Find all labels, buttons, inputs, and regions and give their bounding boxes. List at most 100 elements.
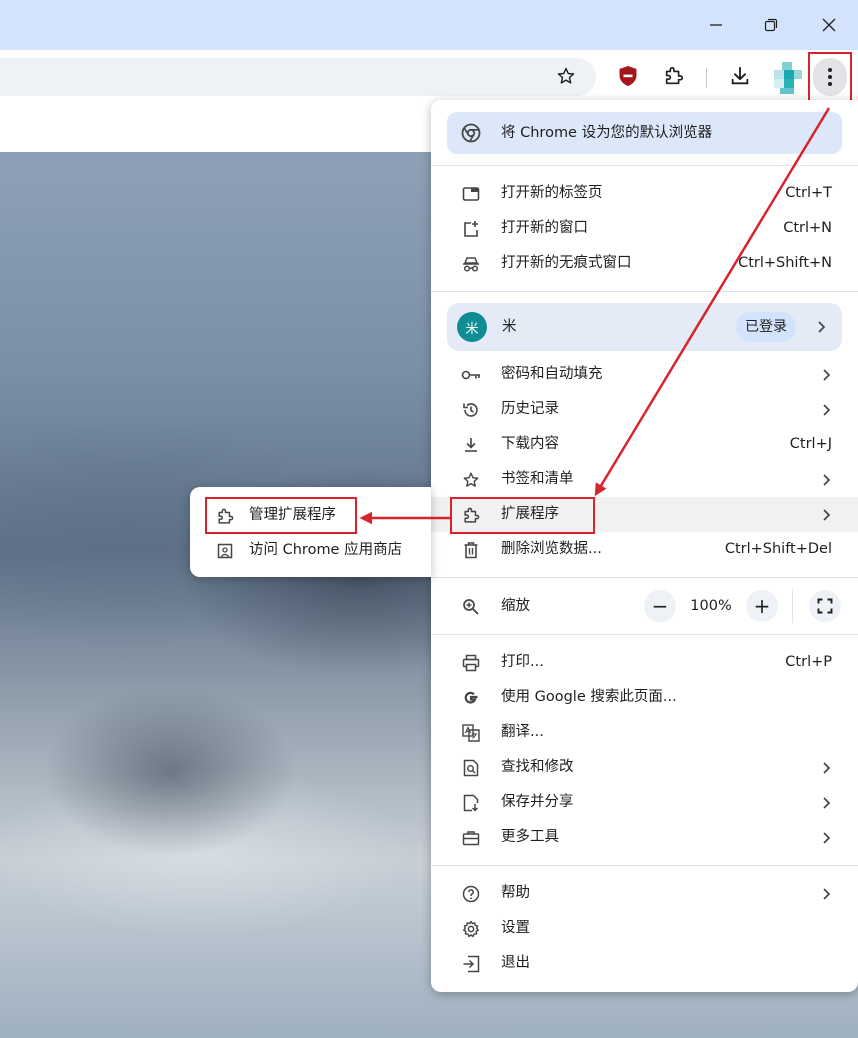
menu-item-shortcut: Ctrl+N [783,220,832,236]
menu-separator [431,165,858,166]
chevron-right-icon [823,797,831,809]
chevron-right-icon [823,474,831,486]
find-page-icon [461,758,481,778]
menu-item-shortcut: Ctrl+J [789,436,832,452]
menu-item-new-tab[interactable]: 打开新的标签页 Ctrl+T [431,176,858,211]
title-bar [0,0,858,50]
web-store-icon [215,541,235,561]
chevron-right-icon [818,321,826,333]
menu-item-more-tools[interactable]: 更多工具 [431,820,858,855]
profile-avatar-button[interactable] [770,60,804,96]
trash-icon [461,540,481,560]
fullscreen-icon [817,598,833,614]
menu-item-label: 打印... [501,654,544,670]
fullscreen-button[interactable] [809,590,841,622]
menu-item-label: 保存并分享 [501,794,574,810]
download-icon [461,435,481,455]
menu-item-print[interactable]: 打印... Ctrl+P [431,645,858,680]
menu-item-settings[interactable]: 设置 [431,911,858,946]
puzzle-icon [665,66,684,85]
extensions-item-highlight [450,497,595,534]
profile-item[interactable]: 米 米 已登录 [447,303,842,351]
save-page-icon [461,793,481,813]
new-tab-icon [461,184,481,204]
chevron-right-icon [823,888,831,900]
menu-item-label: 帮助 [501,885,530,901]
downloads-button[interactable] [726,62,754,90]
manage-extensions-highlight [205,497,357,534]
menu-item-label: 历史记录 [501,401,559,417]
menu-separator [431,865,858,866]
address-bar[interactable] [0,58,596,96]
minimize-icon [710,24,722,26]
browser-toolbar [0,50,858,100]
minimize-button[interactable] [693,6,739,44]
incognito-icon [461,254,481,274]
pixelated-avatar-icon [774,62,802,94]
menu-item-shortcut: Ctrl+Shift+Del [724,541,832,557]
menu-item-label: 更多工具 [501,829,559,845]
gear-icon [461,919,481,939]
signed-in-badge: 已登录 [736,312,796,342]
chevron-right-icon [823,832,831,844]
menu-item-label: 翻译... [501,724,544,740]
history-icon [461,400,481,420]
google-g-icon [461,688,481,708]
zoom-out-button[interactable]: − [644,590,676,622]
zoom-level: 100% [690,598,732,614]
menu-item-exit[interactable]: 退出 [431,946,858,981]
menu-item-label: 退出 [501,955,530,971]
menu-item-shortcut: Ctrl+P [785,654,832,670]
submenu-item-label: 访问 Chrome 应用商店 [249,542,403,558]
restore-icon [764,18,778,32]
menu-item-clear-browsing-data[interactable]: 删除浏览数据... Ctrl+Shift+Del [431,532,858,567]
extensions-button[interactable] [660,62,688,90]
menu-item-label: 打开新的无痕式窗口 [501,255,632,271]
zoom-divider [792,589,793,623]
shield-extension-button[interactable] [614,62,642,90]
toolbox-icon [461,828,481,848]
menu-item-save-share[interactable]: 保存并分享 [431,785,858,820]
help-icon [461,884,481,904]
menu-item-google-search-page[interactable]: 使用 Google 搜索此页面... [431,680,858,715]
menu-item-label: 打开新的窗口 [501,220,588,236]
chevron-right-icon [823,404,831,416]
menu-separator [431,577,858,578]
menu-item-bookmarks[interactable]: 书签和清单 [431,462,858,497]
menu-item-downloads[interactable]: 下载内容 Ctrl+J [431,427,858,462]
star-icon [461,470,481,490]
close-window-button[interactable] [806,6,852,44]
exit-icon [461,954,481,974]
new-window-icon [461,219,481,239]
menu-item-history[interactable]: 历史记录 [431,392,858,427]
menu-item-help[interactable]: 帮助 [431,876,858,911]
menu-button-highlight [808,52,852,104]
menu-item-label: 查找和修改 [501,759,574,775]
translate-icon [461,723,481,743]
menu-item-label: 密码和自动填充 [501,366,603,382]
zoom-in-button[interactable]: + [746,590,778,622]
menu-item-new-window[interactable]: 打开新的窗口 Ctrl+N [431,211,858,246]
profile-name: 米 [502,319,517,335]
restore-button[interactable] [748,6,794,44]
close-icon [822,18,836,32]
menu-item-passwords[interactable]: 密码和自动填充 [431,357,858,392]
chevron-right-icon [823,509,831,521]
menu-item-find-edit[interactable]: 查找和修改 [431,750,858,785]
menu-item-incognito[interactable]: 打开新的无痕式窗口 Ctrl+Shift+N [431,246,858,281]
printer-icon [461,653,481,673]
key-icon [461,365,481,385]
bookmark-star-button[interactable] [552,62,580,90]
submenu-item-chrome-web-store[interactable]: 访问 Chrome 应用商店 [190,533,431,568]
menu-item-label: 下载内容 [501,436,559,452]
menu-item-label: 使用 Google 搜索此页面... [501,689,677,705]
menu-item-label: 设置 [501,920,530,936]
set-default-browser-item[interactable]: 将 Chrome 设为您的默认浏览器 [447,112,842,154]
menu-item-translate[interactable]: 翻译... [431,715,858,750]
star-icon [557,67,575,84]
chrome-logo-icon [461,123,481,143]
chevron-right-icon [823,762,831,774]
set-default-label: 将 Chrome 设为您的默认浏览器 [501,125,713,141]
menu-item-label: 打开新的标签页 [501,185,603,201]
zoom-label: 缩放 [501,598,530,614]
